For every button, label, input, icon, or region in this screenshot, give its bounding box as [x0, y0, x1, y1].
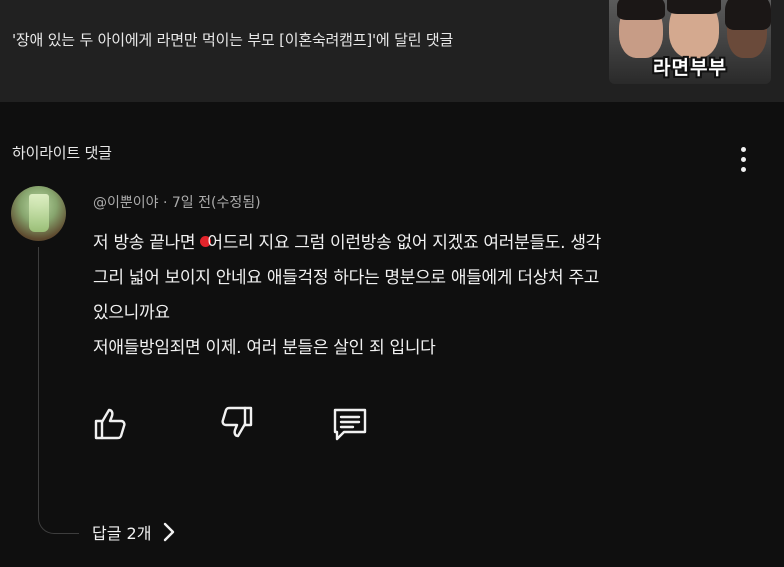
- reply-button[interactable]: [331, 404, 369, 442]
- comment-line-1-start: 저 방송 끝나면: [93, 233, 201, 253]
- comment-line-2: 그리 넓어 보이지 안네요 애들걱정 하다는 명분으로 애들에게 더상처 주고: [93, 268, 600, 288]
- comment-meta: @이뿐이야 · 7일 전(수정됨): [93, 192, 261, 212]
- comment-author[interactable]: @이뿐이야: [93, 195, 159, 211]
- dislike-button[interactable]: [218, 404, 256, 442]
- thumbnail-hair-left: [617, 0, 665, 20]
- comment-line-4: 저애들방임죄면 이제. 여러 분들은 살인 죄 입니다: [93, 338, 436, 358]
- like-button[interactable]: [91, 404, 129, 442]
- comment-line-1: 저 방송 끝나면 어드리 지요 그럼 이런방송 없어 지겠죠 여러분들도. 생각: [93, 226, 733, 261]
- comment-line-3: 있으니까요: [93, 303, 170, 323]
- thumbnail-hair-right: [725, 0, 771, 30]
- thumbnail-caption: 라면부부: [653, 57, 727, 79]
- comment-icon: [333, 408, 367, 441]
- video-title: '장애 있는 두 아이에게 라면만 먹이는 부모 [이혼숙려캠프]'에 달린 댓…: [12, 31, 454, 49]
- comment-text: 저 방송 끝나면 어드리 지요 그럼 이런방송 없어 지겠죠 여러분들도. 생각…: [93, 226, 733, 366]
- section-title: 하이라이트 댓글: [12, 144, 112, 162]
- reply-thread-line: [38, 247, 79, 534]
- comment-screen: '장애 있는 두 아이에게 라면만 먹이는 부모 [이혼숙려캠프]'에 달린 댓…: [0, 0, 784, 567]
- avatar-drink-image: [29, 194, 49, 232]
- meta-separator: ·: [158, 195, 172, 211]
- chevron-right-icon: [164, 522, 175, 542]
- video-thumbnail[interactable]: 라면부부: [609, 0, 771, 84]
- thumbnail-hair-center: [667, 0, 721, 14]
- thumbs-up-icon: [94, 408, 126, 440]
- video-header[interactable]: '장애 있는 두 아이에게 라면만 먹이는 부모 [이혼숙려캠프]'에 달린 댓…: [0, 0, 784, 102]
- view-replies-button[interactable]: 답글 2개: [92, 518, 175, 546]
- comment-time: 7일 전(수정됨): [171, 195, 261, 211]
- comment-line-1-end: 어드리 지요 그럼 이런방송 없어 지겠죠 여러분들도. 생각: [207, 233, 602, 253]
- thumbs-down-icon: [221, 406, 253, 438]
- more-vertical-icon[interactable]: [734, 144, 754, 176]
- avatar[interactable]: [11, 186, 66, 241]
- replies-label: 답글 2개: [92, 524, 152, 543]
